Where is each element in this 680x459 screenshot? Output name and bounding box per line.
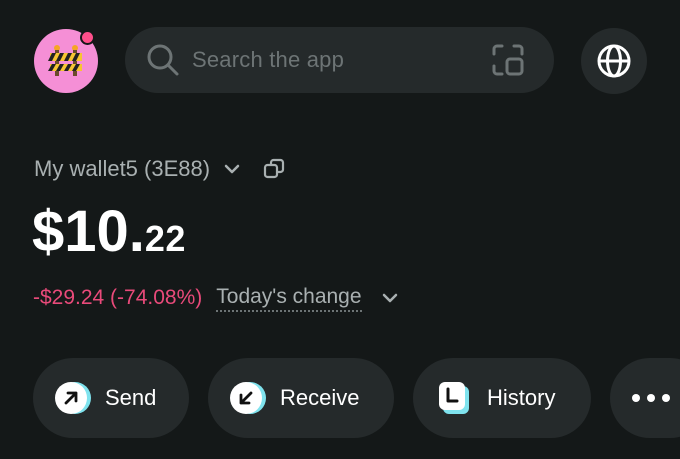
- history-label: History: [487, 385, 556, 410]
- avatar-button[interactable]: [34, 29, 98, 93]
- send-label: Send: [105, 385, 157, 410]
- chevron-down-icon[interactable]: [380, 288, 400, 308]
- notification-dot: [80, 30, 95, 45]
- balance-major: $10.: [32, 199, 145, 264]
- chevron-down-icon[interactable]: [222, 159, 242, 179]
- wallet-name[interactable]: My wallet5 (3E88): [34, 156, 210, 182]
- wallet-balance: $10.22: [32, 196, 186, 268]
- change-row[interactable]: -$29.24 (-74.08%) Today's change: [33, 282, 400, 314]
- change-label[interactable]: Today's change: [216, 285, 362, 312]
- receive-label: Receive: [280, 385, 360, 410]
- search-placeholder: Search the app: [192, 47, 345, 72]
- construction-barrier-icon: [48, 45, 82, 76]
- receive-arrow-icon: [230, 382, 266, 414]
- more-icon: [632, 394, 670, 402]
- send-arrow-icon: [55, 382, 91, 414]
- search-icon: [147, 44, 179, 76]
- send-button[interactable]: Send: [33, 358, 189, 438]
- receive-button[interactable]: Receive: [208, 358, 394, 438]
- change-value: -$29.24 (-74.08%): [33, 286, 203, 309]
- scan-icon[interactable]: [490, 42, 526, 78]
- language-button[interactable]: [581, 28, 647, 94]
- globe-icon: [597, 44, 631, 78]
- wallet-selector[interactable]: My wallet5 (3E88): [34, 154, 286, 184]
- balance-minor: 22: [144, 218, 186, 259]
- copy-icon[interactable]: [262, 157, 286, 181]
- history-icon: [439, 382, 469, 414]
- more-button[interactable]: [610, 358, 680, 438]
- action-bar: Send Receive History: [0, 358, 680, 438]
- search-bar[interactable]: Search the app: [125, 27, 554, 93]
- history-button[interactable]: History: [413, 358, 591, 438]
